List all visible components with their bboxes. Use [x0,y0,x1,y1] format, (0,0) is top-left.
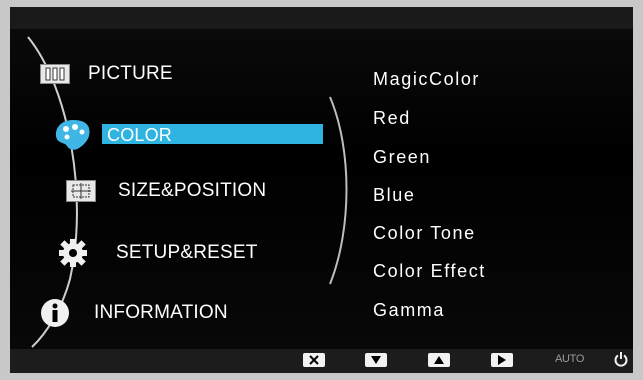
size-position-icon [66,180,96,202]
power-button[interactable] [613,351,629,367]
down-button[interactable] [365,353,387,367]
submenu-item-gamma[interactable]: Gamma [373,300,445,321]
menu-item-size-position[interactable]: SIZE&POSITION [66,180,266,202]
submenu-item-red[interactable]: Red [373,108,411,129]
down-arrow-icon [371,356,381,364]
enter-button[interactable] [491,353,513,367]
menu-label-color: COLOR [107,124,173,145]
monitor-osd: PICTURE COLOR SIZE&POSITION SETUP&RESET … [0,0,643,380]
submenu-item-color-tone[interactable]: Color Tone [373,223,476,244]
menu-label-size-position: SIZE&POSITION [118,180,267,201]
up-arrow-icon [434,356,444,364]
submenu-item-color-effect[interactable]: Color Effect [373,261,486,282]
up-button[interactable] [428,353,450,367]
close-button[interactable] [303,353,325,367]
osd-window: PICTURE COLOR SIZE&POSITION SETUP&RESET … [10,7,633,373]
info-icon [40,298,70,328]
submenu-item-green[interactable]: Green [373,147,431,168]
menu-item-information[interactable]: INFORMATION [40,298,228,328]
menu-item-picture[interactable]: PICTURE [40,63,173,85]
close-icon [309,355,319,365]
menu-item-setup-reset[interactable]: SETUP&RESET [58,238,258,268]
menu-label-setup-reset: SETUP&RESET [116,242,258,263]
gear-icon [58,238,88,268]
submenu-item-blue[interactable]: Blue [373,185,415,206]
osd-button-bar: AUTO [10,349,633,373]
menu-label-information: INFORMATION [94,302,228,323]
menu-item-color[interactable]: COLOR [53,118,172,152]
picture-icon [40,64,70,84]
submenu-item-magiccolor[interactable]: MagicColor [373,69,480,90]
osd-top-bar [10,7,633,29]
enter-arrow-icon [498,355,506,365]
auto-button[interactable]: AUTO [555,353,584,365]
color-palette-icon [53,118,93,152]
menu-label-picture: PICTURE [88,63,173,84]
power-icon [614,352,628,367]
